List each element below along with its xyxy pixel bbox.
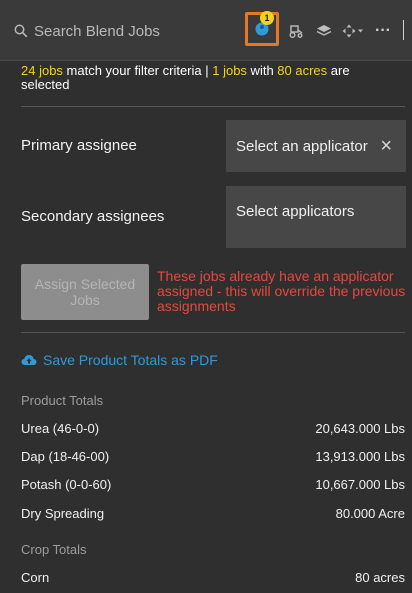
product-row: Dap (18-46-00) 13,913.000 Lbs [21, 449, 405, 464]
save-pdf-label: Save Product Totals as PDF [43, 352, 218, 368]
selection-summary: 24 jobs match your filter criteria | 1 j… [21, 64, 391, 92]
assign-selected-jobs-button[interactable]: Assign Selected Jobs [21, 264, 149, 320]
clear-icon[interactable]: × [380, 135, 392, 158]
crop-row: Corn 80 acres [21, 570, 405, 585]
save-pdf-link[interactable]: Save Product Totals as PDF [21, 352, 218, 368]
product-total: 20,643.000 Lbs [315, 421, 405, 436]
primary-assignee-value: Select an applicator [236, 137, 368, 155]
product-total: 10,667.000 Lbs [315, 477, 405, 492]
layers-button[interactable] [311, 16, 337, 46]
product-total: 80.000 Acre [335, 506, 405, 521]
layers-icon [316, 25, 332, 36]
override-warning: These jobs already have an applicator as… [157, 268, 406, 314]
primary-assignee-label: Primary assignee [21, 137, 137, 154]
jobs-filter-button[interactable]: 1 [245, 11, 279, 46]
crop-total: 80 acres [355, 570, 405, 585]
product-row: Potash (0-0-60) 10,667.000 Lbs [21, 477, 405, 492]
product-totals-heading: Product Totals [21, 393, 104, 408]
product-name: Dap (18-46-00) [21, 449, 110, 464]
product-total: 13,913.000 Lbs [315, 449, 405, 464]
with-text: with [246, 63, 278, 78]
search-bar[interactable]: Search Blend Jobs [14, 20, 234, 42]
product-name: Potash (0-0-60) [21, 477, 112, 492]
secondary-assignees-select[interactable]: Select applicators [226, 186, 406, 248]
tractor-icon [289, 25, 303, 38]
cloud-upload-icon [21, 355, 37, 365]
crop-name: Corn [21, 570, 50, 585]
jobs-count-badge: 1 [260, 11, 274, 25]
more-options-button[interactable]: ··· [370, 16, 396, 46]
product-row: Urea (46-0-0) 20,643.000 Lbs [21, 421, 405, 436]
product-name: Dry Spreading [21, 506, 105, 521]
toolbar: Search Blend Jobs 1 ··· [0, 0, 412, 61]
move-arrows-icon [342, 24, 363, 38]
toolbar-separator [403, 20, 404, 40]
more-icon: ··· [375, 22, 391, 39]
tractor-button[interactable] [283, 16, 309, 46]
jobs-count: 24 jobs [21, 63, 63, 78]
secondary-assignees-label: Secondary assignees [21, 208, 165, 225]
product-name: Urea (46-0-0) [21, 421, 100, 436]
search-icon [14, 24, 28, 38]
divider [21, 332, 405, 333]
pan-tool-button[interactable] [339, 16, 367, 46]
selected-jobs-count: 1 jobs [212, 63, 247, 78]
primary-assignee-select[interactable]: Select an applicator × [226, 120, 406, 172]
search-input[interactable]: Search Blend Jobs [34, 23, 160, 40]
divider [21, 106, 405, 107]
crop-totals-heading: Crop Totals [21, 542, 87, 557]
secondary-assignees-placeholder: Select applicators [236, 203, 355, 220]
product-row: Dry Spreading 80.000 Acre [21, 506, 405, 521]
match-text: match your filter criteria | [62, 63, 213, 78]
selected-acres: 80 acres [277, 63, 328, 78]
